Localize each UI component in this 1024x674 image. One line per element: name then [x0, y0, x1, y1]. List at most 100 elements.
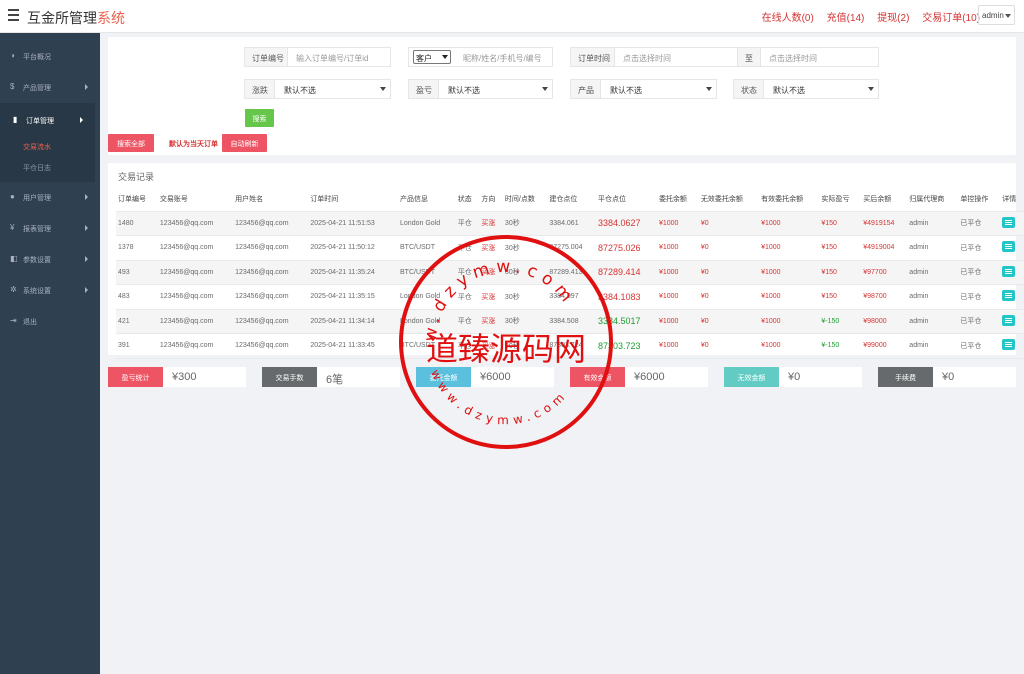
product-select[interactable]: 默认不选 [610, 85, 642, 96]
default-today-hint: 默认为当天订单 [169, 141, 218, 148]
menu-toggle-icon[interactable] [8, 9, 19, 22]
cell-dur: 30秒 [502, 235, 548, 261]
customer-input[interactable]: 昵称/姓名/手机号/编号 [463, 53, 542, 64]
table-row: 483 123456@qq.com 123456@qq.com 2025-04-21 … [116, 284, 1024, 310]
cell-after: ¥99000 [861, 333, 908, 359]
time-end-input[interactable]: 点击选择时间 [769, 53, 817, 64]
cell-agent: admin [907, 284, 959, 310]
cell-status: 平仓 [455, 211, 480, 236]
search-button[interactable]: 搜索 [245, 109, 274, 127]
cell-detail [1000, 260, 1024, 285]
cell-op: 已平仓 [958, 235, 1001, 261]
cell-valid: ¥1000 [759, 235, 820, 261]
cell-product: London Gold [398, 284, 456, 310]
profit-select[interactable]: 默认不选 [448, 85, 480, 96]
cell-open: 87275.004 [547, 235, 596, 261]
cell-acct: 123456@qq.com [157, 333, 234, 359]
cell-close: 87275.026 [595, 235, 657, 261]
column-header: 单控操作 [958, 187, 1001, 212]
sidebar: ◑ 平台概况 $ 产品管理 ▮ 订单管理 交易流水 平仓日志 ● 用户管理 ¥ 报表管理 … [0, 33, 100, 674]
chevron-down-icon [706, 87, 712, 94]
user-dropdown[interactable]: admin [978, 5, 1015, 25]
order-no-field: 订单编号 输入订单编号/订单id [244, 47, 391, 67]
search-all-button[interactable]: 搜索全部 [108, 134, 154, 152]
sidebar-item-reports[interactable]: ¥ 报表管理 [0, 213, 100, 244]
detail-icon[interactable] [1002, 265, 1016, 277]
customer-type-select[interactable]: 客户 [413, 50, 451, 64]
cell-name: 123456@qq.com [233, 333, 309, 359]
cell-dur: 30秒 [502, 284, 548, 310]
sidebar-subitem-trade-flow[interactable]: 交易流水 [5, 136, 95, 157]
profit-field[interactable]: 盈亏 默认不选 [408, 79, 553, 99]
sidebar-item-params[interactable]: ◧ 参数设置 [0, 244, 100, 275]
cell-product: BTC/USDT [398, 260, 456, 285]
detail-icon[interactable] [1002, 241, 1016, 253]
cell-pnl: ¥-150 [819, 333, 862, 359]
cell-op: 已平仓 [958, 260, 1001, 285]
orders-icon: ▮ [13, 115, 18, 124]
cell-dir: 买涨 [479, 333, 503, 359]
detail-icon[interactable] [1002, 290, 1016, 302]
cell-pnl: ¥150 [819, 284, 862, 310]
cell-acct: 123456@qq.com [157, 260, 234, 285]
cell-invalid: ¥0 [698, 211, 760, 236]
cell-open: 87303.724 [547, 333, 596, 359]
detail-icon[interactable] [1002, 339, 1016, 351]
sidebar-item-orders[interactable]: ▮ 订单管理 [0, 105, 95, 136]
stat-entrust: 委托金额 ¥6000 [416, 367, 554, 387]
detail-icon[interactable] [1002, 314, 1016, 326]
order-no-input[interactable]: 输入订单编号/订单id [296, 53, 368, 64]
auto-refresh-button[interactable]: 自动刷新 [222, 134, 267, 152]
withdraw-link[interactable]: 提现(2) [877, 13, 909, 24]
updown-label: 涨跌 [245, 80, 275, 98]
product-label: 产品 [571, 80, 601, 98]
cell-op: 已平仓 [958, 284, 1001, 310]
sidebar-item-logout[interactable]: ⇥ 退出 [0, 306, 100, 337]
cell-time: 2025-04-21 11:34:14 [308, 309, 399, 334]
cell-name: 123456@qq.com [233, 260, 309, 285]
column-header: 交易账号 [157, 187, 234, 212]
column-header: 订单时间 [308, 187, 399, 212]
cell-amt: ¥1000 [656, 235, 699, 261]
updown-field[interactable]: 涨跌 默认不选 [244, 79, 391, 99]
column-header: 归属代理商 [907, 187, 959, 212]
column-header: 买后余额 [861, 187, 908, 212]
sidebar-item-overview[interactable]: ◑ 平台概况 [0, 41, 100, 72]
detail-icon[interactable] [1002, 216, 1016, 228]
product-field[interactable]: 产品 默认不选 [570, 79, 717, 99]
online-users-link[interactable]: 在线人数(0) [762, 13, 814, 24]
cell-name: 123456@qq.com [233, 211, 309, 236]
chevron-right-icon [85, 84, 91, 90]
chevron-down-icon [80, 117, 86, 123]
cell-amt: ¥1000 [656, 309, 699, 334]
cell-open: 87289.413 [547, 260, 596, 285]
cell-product: London Gold [398, 309, 456, 334]
logout-icon: ⇥ [10, 316, 17, 325]
recharge-link[interactable]: 充值(14) [827, 13, 865, 24]
sidebar-item-products[interactable]: $ 产品管理 [0, 72, 100, 103]
status-field[interactable]: 状态 默认不选 [733, 79, 879, 99]
stat-label: 委托金额 [416, 367, 471, 387]
sidebar-subitem-close-log[interactable]: 平仓日志 [5, 157, 95, 178]
column-header: 用户姓名 [233, 187, 309, 212]
filter-card: 订单编号 输入订单编号/订单id 客户 昵称/姓名/手机号/编号 订单时间 点击… [108, 37, 1016, 155]
updown-select[interactable]: 默认不选 [284, 85, 316, 96]
cell-id: 391 [116, 333, 158, 359]
cell-acct: 123456@qq.com [157, 235, 234, 261]
chevron-down-icon [442, 55, 448, 62]
cell-time: 2025-04-21 11:35:15 [308, 284, 399, 310]
customer-field: 客户 昵称/姓名/手机号/编号 [408, 47, 553, 67]
sidebar-item-system[interactable]: ✲ 系统设置 [0, 275, 100, 306]
sidebar-item-users[interactable]: ● 用户管理 [0, 182, 100, 213]
chevron-right-icon [85, 256, 91, 262]
time-start-input[interactable]: 点击选择时间 [623, 53, 671, 64]
cell-invalid: ¥0 [698, 260, 760, 285]
status-select[interactable]: 默认不选 [773, 85, 805, 96]
chevron-right-icon [85, 225, 91, 231]
cell-open: 3384.097 [547, 284, 596, 310]
profit-label: 盈亏 [409, 80, 439, 98]
stat-label: 交易手数 [262, 367, 317, 387]
cell-dur: 30秒 [502, 333, 548, 359]
trade-orders-link[interactable]: 交易订单(10) [922, 13, 980, 24]
stat-lots: 交易手数 6笔 [262, 367, 400, 387]
